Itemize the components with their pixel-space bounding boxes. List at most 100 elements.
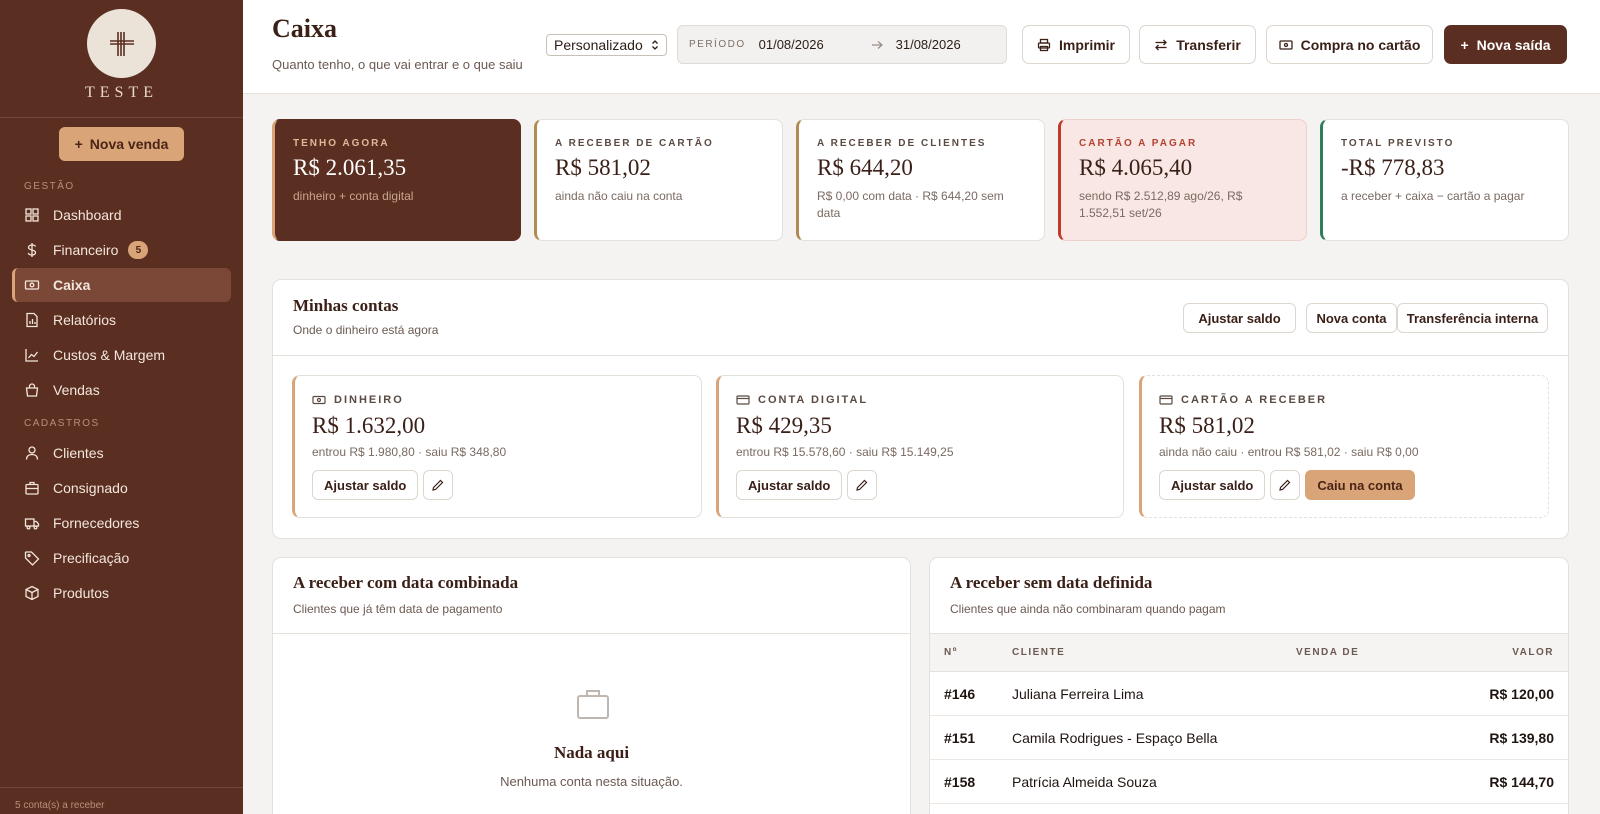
new-exit-label: Nova saída	[1476, 36, 1551, 53]
account-value: R$ 1.632,00	[312, 413, 426, 438]
period-start-input[interactable]: 01/08/2026	[759, 37, 871, 52]
adjust-balance-button[interactable]: Ajustar saldo	[312, 470, 419, 500]
sidebar-item-label: Caixa	[53, 277, 91, 293]
sidebar-item-label: Dashboard	[53, 207, 122, 223]
period-range: PERÍODO 01/08/2026 31/08/2026	[677, 25, 1007, 64]
summary-label: CARTÃO A PAGAR	[1079, 138, 1198, 149]
mark-received-button[interactable]: Caiu na conta	[1305, 470, 1415, 500]
empty-state-title: Nada aqui	[553, 743, 630, 762]
account-actions: Ajustar saldo	[312, 470, 701, 500]
panel-divider	[273, 633, 910, 634]
column-header-value[interactable]: VALOR	[1440, 633, 1568, 672]
new-sale-button[interactable]: + Nova venda	[59, 127, 184, 161]
chart-line-icon	[25, 349, 39, 362]
sidebar-item-financeiro[interactable]: Financeiro 5	[12, 233, 231, 267]
truck-icon	[24, 518, 40, 530]
print-button[interactable]: Imprimir	[1022, 25, 1130, 64]
dollar-icon	[27, 243, 37, 257]
period-end-input[interactable]: 31/08/2026	[896, 37, 961, 52]
internal-transfer-button[interactable]: Transferência interna	[1397, 303, 1548, 333]
notification-badge: 5	[128, 241, 149, 259]
credit-card-icon	[736, 395, 750, 405]
sidebar-item-caixa[interactable]: Caixa	[12, 268, 231, 302]
account-label-text: CONTA DIGITAL	[758, 394, 869, 406]
report-icon	[26, 312, 38, 328]
sidebar-item-vendas[interactable]: Vendas	[12, 373, 231, 407]
sidebar-item-label: Produtos	[53, 585, 110, 601]
receivable-undated-panel: A receber sem data definida Clientes que…	[929, 557, 1569, 814]
summary-value: R$ 2.061,35	[293, 155, 407, 180]
new-account-button[interactable]: Nova conta	[1306, 303, 1397, 333]
card-icon	[1278, 39, 1293, 50]
sidebar-item-label: Consignado	[53, 480, 128, 496]
column-header-num[interactable]: Nº	[930, 633, 1012, 672]
sidebar-item-label: Precificação	[53, 550, 130, 566]
briefcase-icon	[577, 690, 609, 719]
sidebar: TESTE + Nova venda GESTÃO Dashboard Fina…	[0, 0, 243, 814]
row-value: R$ 139,80	[1440, 715, 1568, 760]
transfer-button[interactable]: Transferir	[1139, 25, 1256, 64]
sidebar-item-fornecedores[interactable]: Fornecedores	[12, 506, 231, 540]
sidebar-item-label: Financeiro	[53, 242, 119, 258]
column-header-sale[interactable]: VENDA DE	[1296, 633, 1440, 672]
summary-card-total-forecast: TOTAL PREVISTO -R$ 778,83 a receber + ca…	[1320, 119, 1569, 241]
sidebar-item-label: Fornecedores	[53, 515, 140, 531]
pencil-icon	[856, 479, 868, 491]
table-row[interactable]: #151 Camila Rodrigues - Espaço Bella R$ …	[930, 715, 1568, 760]
row-sale	[1296, 759, 1440, 804]
account-label: CONTA DIGITAL	[736, 393, 1123, 407]
receivable-dated-subtitle: Clientes que já têm data de pagamento	[293, 602, 503, 616]
sidebar-item-consignado[interactable]: Consignado	[12, 471, 231, 505]
summary-note: a receber + caixa − cartão a pagar	[1341, 189, 1525, 203]
edit-button[interactable]	[1270, 470, 1301, 500]
account-card-dinheiro: DINHEIRO R$ 1.632,00 entrou R$ 1.980,80 …	[292, 375, 702, 518]
sidebar-item-produtos[interactable]: Produtos	[12, 576, 231, 610]
summary-card-card-payable: CARTÃO A PAGAR R$ 4.065,40 sendo R$ 2.51…	[1058, 119, 1307, 241]
page-subtitle: Quanto tenho, o que vai entrar e o que s…	[272, 57, 523, 72]
sidebar-item-precificacao[interactable]: Precificação	[12, 541, 231, 575]
summary-card-cash-now: TENHO AGORA R$ 2.061,35 dinheiro + conta…	[272, 119, 521, 241]
adjust-balance-button[interactable]: Ajustar saldo	[1159, 470, 1266, 500]
edit-button[interactable]	[423, 470, 454, 500]
edit-button[interactable]	[847, 470, 878, 500]
card-purchase-label: Compra no cartão	[1300, 36, 1421, 53]
row-client: Camila Rodrigues - Espaço Bella	[1012, 715, 1296, 760]
sidebar-item-custos-margem[interactable]: Custos & Margem	[12, 338, 231, 372]
accounts-title: Minhas contas	[293, 296, 399, 315]
summary-note: ainda não caiu na conta	[555, 189, 683, 203]
sidebar-item-clientes[interactable]: Clientes	[12, 436, 231, 470]
adjust-balance-button[interactable]: Ajustar saldo	[1183, 303, 1296, 333]
column-header-client[interactable]: CLIENTE	[1012, 633, 1296, 672]
new-exit-button[interactable]: + Nova saída	[1444, 25, 1567, 64]
period-label: PERÍODO	[689, 39, 746, 50]
summary-label: TENHO AGORA	[293, 138, 390, 149]
sidebar-item-relatorios[interactable]: Relatórios	[12, 303, 231, 337]
page-title: Caixa	[272, 14, 337, 43]
summary-value: R$ 4.065,40	[1079, 155, 1193, 180]
printer-icon	[1037, 38, 1051, 51]
empty-state-subtitle: Nenhuma conta nesta situação.	[500, 774, 683, 789]
tag-icon	[24, 551, 40, 566]
summary-label: A RECEBER DE CLIENTES	[817, 138, 987, 149]
account-value: R$ 581,02	[1159, 413, 1255, 438]
briefcase-icon	[25, 481, 39, 495]
summary-card-card-receivable: A RECEBER DE CARTÃO R$ 581,02 ainda não …	[534, 119, 783, 241]
brand-mark-icon	[109, 31, 134, 56]
adjust-balance-button[interactable]: Ajustar saldo	[736, 470, 843, 500]
summary-label: TOTAL PREVISTO	[1341, 138, 1455, 149]
print-label: Imprimir	[1058, 36, 1115, 53]
row-num: #151	[930, 715, 1012, 760]
logo-icon[interactable]	[87, 9, 156, 78]
sidebar-item-dashboard[interactable]: Dashboard	[12, 198, 231, 232]
summary-note: sendo R$ 2.512,89 ago/26, R$ 1.552,51 se…	[1079, 189, 1243, 220]
table-row[interactable]: #158 Patrícia Almeida Souza R$ 144,70	[930, 759, 1568, 804]
cash-icon	[312, 395, 326, 405]
period-select[interactable]: Personalizado	[546, 34, 667, 56]
row-value: R$ 120,00	[1440, 671, 1568, 716]
card-purchase-button[interactable]: Compra no cartão	[1266, 25, 1433, 64]
brand: TESTE	[0, 0, 243, 118]
table-row[interactable]: #146 Juliana Ferreira Lima R$ 120,00	[930, 671, 1568, 716]
account-actions: Ajustar saldo Caiu na conta	[1159, 470, 1548, 500]
account-card-cartao-a-receber: CARTÃO A RECEBER R$ 581,02 ainda não cai…	[1139, 375, 1549, 518]
plus-icon: +	[1460, 36, 1469, 53]
